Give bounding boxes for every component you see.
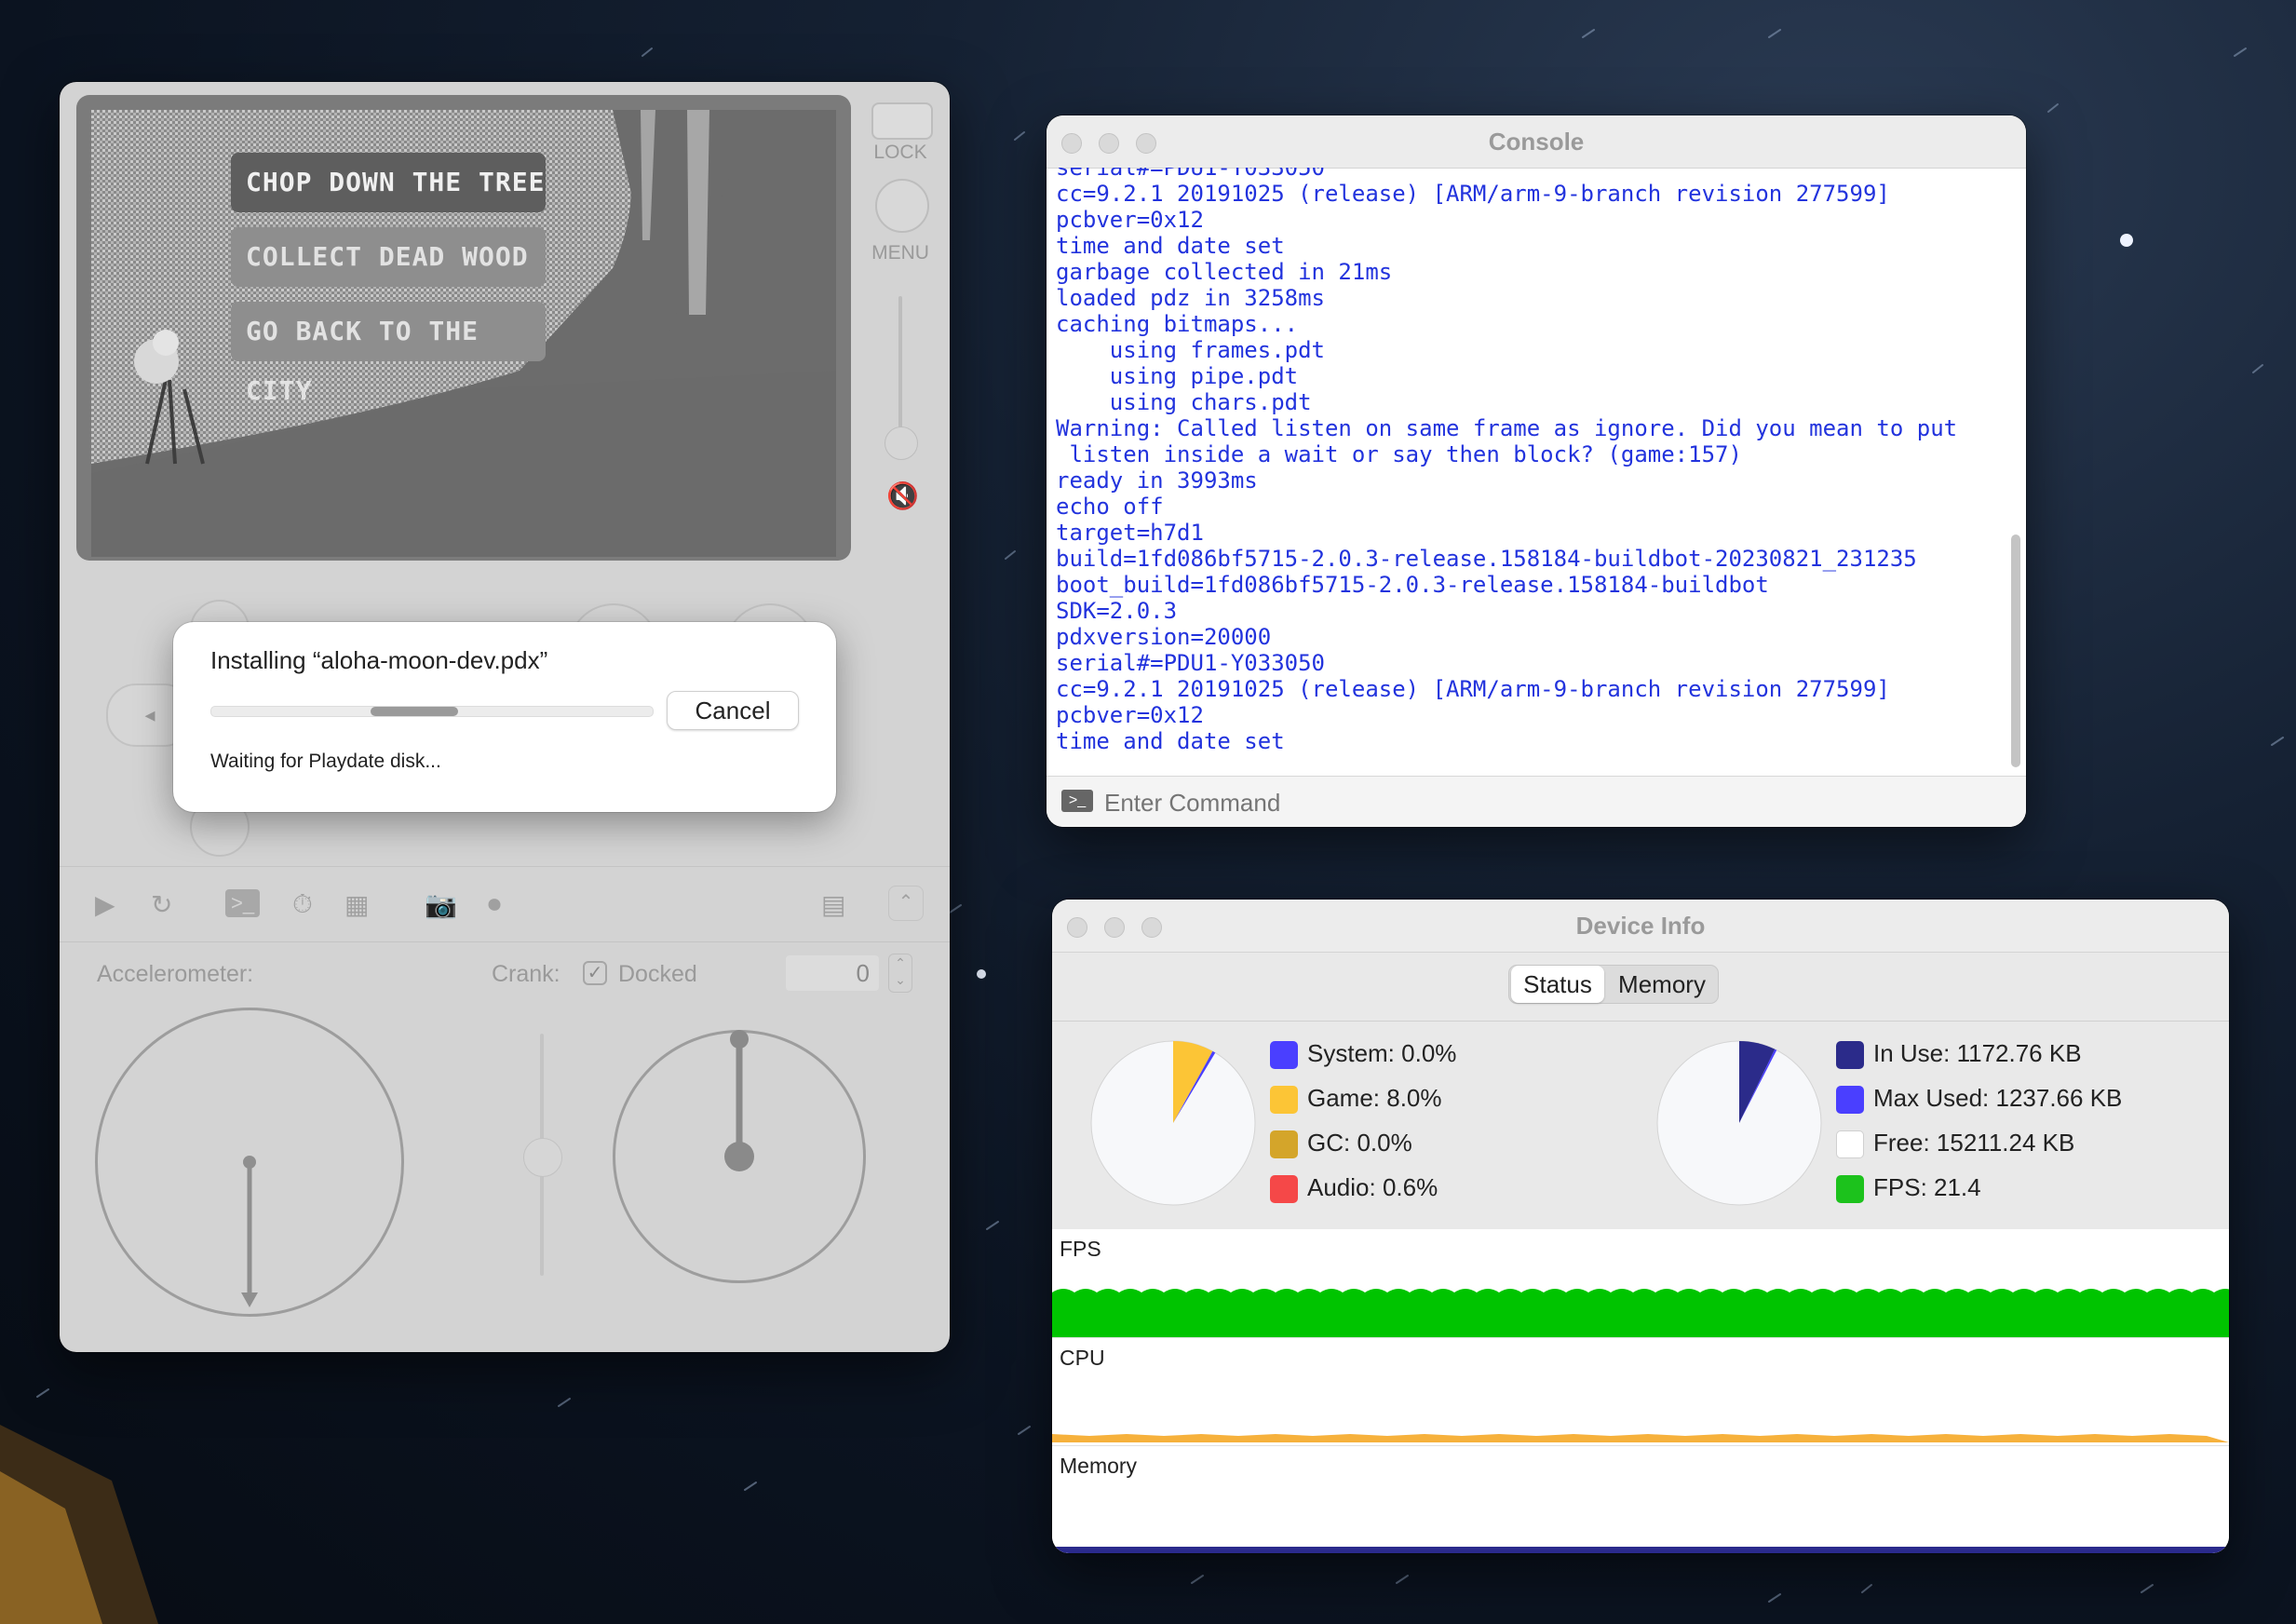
console-log-line: echo off [1056,494,1164,520]
console-log-line: time and date set [1056,728,1285,754]
console-log-line: SDK=2.0.3 [1056,598,1178,624]
free-swatch [1836,1130,1864,1158]
console-log-line: listen inside a wait or say then block? … [1056,441,1742,467]
gc-swatch [1270,1130,1298,1158]
console-log-line: pcbver=0x12 [1056,207,1204,233]
accelerometer-label: Accelerometer: [97,961,254,987]
console-log-line: using chars.pdt [1056,389,1312,415]
cpu-graph-area [1052,1434,2229,1446]
volume-slider[interactable] [898,296,902,445]
console-icon[interactable]: >_ [225,889,261,917]
console-log-line: cc=9.2.1 20191025 (release) [ARM/arm-9-b… [1056,181,1890,207]
memory-graph-area [1052,1547,2229,1553]
console-log-line: serial#=PDU1-Y033050 [1056,650,1325,676]
device-info-titlebar: Device Info [1052,900,2229,953]
in-use-legend-label: In Use: 1172.76 KB [1873,1039,2082,1067]
game-legend-label: Game: 8.0% [1307,1084,1442,1112]
fps-graph: FPS [1052,1229,2229,1337]
console-log-line: serial#=PDU1-Y033050 [1056,168,1325,181]
console-log-line: loaded pdz in 3258ms [1056,285,1325,311]
play-icon[interactable]: ▶ [95,889,115,920]
tab-status[interactable]: Status [1511,966,1604,1003]
crank-handle[interactable] [613,1030,866,1283]
accelerometer-needle [241,1156,258,1307]
game-swatch [1270,1086,1298,1114]
install-title: Installing “aloha-moon-dev.pdx” [210,646,548,674]
console-log-line: target=h7d1 [1056,520,1204,546]
command-bar: >_ [1047,776,2026,827]
in-use-swatch [1836,1041,1864,1069]
system-swatch [1270,1041,1298,1069]
console-log-line: caching bitmaps... [1056,311,1299,337]
console-log-line: time and date set [1056,233,1285,259]
game-menu-option-2[interactable]: COLLECT DEAD WOOD [231,227,546,287]
cancel-button[interactable]: Cancel [667,691,799,730]
lock-label: LOCK [873,142,927,163]
console-log-line: cc=9.2.1 20191025 (release) [ARM/arm-9-b… [1056,676,1890,702]
command-input[interactable] [1102,784,2000,821]
console-log-line: boot_build=1fd086bf5715-2.0.3-release.15… [1056,572,1769,598]
prompt-icon: >_ [1061,790,1093,812]
console-log-line: garbage collected in 21ms [1056,259,1393,285]
install-progress-fill [370,707,459,716]
install-status: Waiting for Playdate disk... [210,751,441,772]
crank-angle-field[interactable]: 0 [786,955,879,991]
stopwatch-icon[interactable]: ⏱ [292,889,313,920]
fps-swatch [1836,1175,1864,1203]
console-log-line: ready in 3993ms [1056,467,1258,494]
device-info-window: Device Info Status Memory System: 0.0% G… [1052,900,2229,1553]
docked-checkbox[interactable]: ✓ [583,961,607,985]
crank-speed-knob[interactable] [523,1138,562,1177]
screenshot-icon[interactable]: 📷 [425,889,457,920]
console-window: Console serial#=PDU1-Y033050 cc=9.2.1 201… [1047,115,2026,827]
console-log-line: using frames.pdt [1056,337,1325,363]
console-titlebar: Console [1047,115,2026,169]
menu-button[interactable] [875,179,929,233]
screen-bezel: CHOP DOWN THE TREE COLLECT DEAD WOOD GO … [76,95,851,561]
audio-swatch [1270,1175,1298,1203]
console-log-line: using pipe.pdt [1056,363,1299,389]
max-used-legend-label: Max Used: 1237.66 KB [1873,1084,2123,1112]
device-info-icon[interactable]: ▦ [344,889,369,920]
restart-icon[interactable]: ↻ [151,889,172,920]
game-menu-option-1[interactable]: CHOP DOWN THE TREE [231,153,546,212]
tab-memory[interactable]: Memory [1608,966,1716,1003]
collapse-chevron-icon[interactable]: ⌃ [888,886,924,921]
dock-layout-icon[interactable]: ▤ [821,889,845,920]
fps-legend-label: FPS: 21.4 [1873,1173,1981,1201]
install-dialog: Installing “aloha-moon-dev.pdx” Cancel W… [173,622,836,812]
menu-label: MENU [871,242,929,264]
system-legend-label: System: 0.0% [1307,1039,1457,1067]
audio-legend-label: Audio: 0.6% [1307,1173,1438,1201]
max-used-swatch [1836,1086,1864,1114]
game-screen[interactable]: CHOP DOWN THE TREE COLLECT DEAD WOOD GO … [91,110,836,557]
console-log-line: build=1fd086bf5715-2.0.3-release.158184-… [1056,546,1917,572]
console-log-line: pcbver=0x12 [1056,702,1204,728]
console-log[interactable]: serial#=PDU1-Y033050 cc=9.2.1 20191025 (r… [1056,168,1996,754]
cpu-pie-chart [1090,1040,1256,1206]
crank-label: Crank: [492,961,560,987]
console-scrollbar[interactable] [2011,535,2020,767]
record-video-icon[interactable]: ⏺ [488,889,501,920]
tab-switcher: Status Memory [1508,965,1719,1004]
game-menu-option-3[interactable]: GO BACK TO THE CITY [231,302,546,406]
lock-button[interactable] [871,102,933,140]
fps-graph-area [1052,1289,2229,1337]
free-legend-label: Free: 15211.24 KB [1873,1129,2075,1157]
console-log-line: Warning: Called listen on same frame as … [1056,415,1958,441]
cpu-graph: CPU [1052,1337,2229,1446]
device-info-title: Device Info [1575,912,1706,940]
simulator-toolbar: ▶ ↻ >_ ⏱ ▦ 📷 ⏺ ▤ ⌃ [60,866,950,942]
mute-icon[interactable]: 🔇 [886,480,919,511]
memory-graph: Memory [1052,1445,2229,1553]
gc-legend-label: GC: 0.0% [1307,1129,1412,1157]
volume-slider-knob[interactable] [885,426,918,460]
install-progress-bar [210,706,654,717]
memory-pie-chart [1656,1040,1822,1206]
docked-label: Docked [618,961,697,987]
crank-stepper[interactable]: ⌃ ⌄ [888,954,912,993]
console-log-line: pdxversion=20000 [1056,624,1272,650]
console-title: Console [1488,128,1585,156]
